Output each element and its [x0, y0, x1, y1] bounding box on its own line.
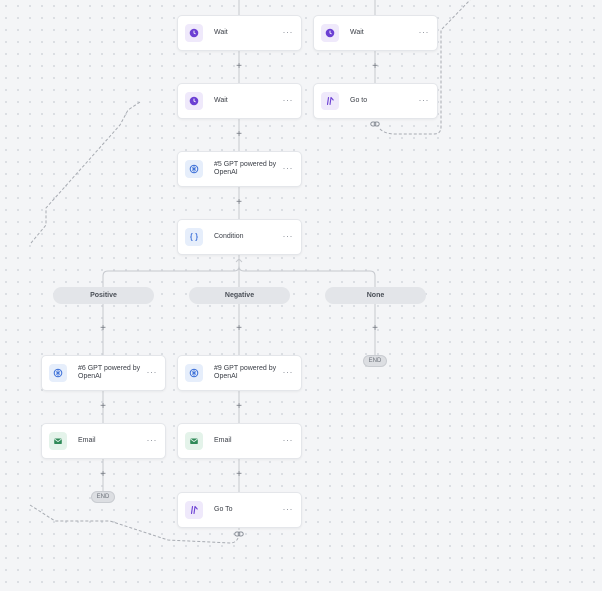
clock-icon [185, 92, 203, 110]
node-label: Condition [214, 233, 244, 240]
add-step-button[interactable]: + [370, 62, 380, 72]
branch-none[interactable]: None [325, 287, 426, 304]
link-chain-icon[interactable] [370, 119, 380, 129]
end-marker: END [363, 355, 387, 367]
more-dots-icon[interactable]: ··· [147, 435, 158, 444]
goto-node[interactable]: Go To ··· [177, 492, 302, 528]
add-step-button[interactable]: + [234, 198, 244, 208]
more-dots-icon[interactable]: ··· [419, 27, 430, 36]
more-dots-icon[interactable]: ··· [147, 367, 158, 376]
node-label: Go to [350, 97, 368, 104]
more-dots-icon[interactable]: ··· [419, 95, 430, 104]
add-step-button[interactable]: + [234, 62, 244, 72]
openai-icon [185, 364, 203, 382]
clock-icon [185, 24, 203, 42]
clock-icon [321, 24, 339, 42]
node-label: Wait [350, 29, 364, 36]
envelope-icon [185, 432, 203, 450]
add-step-button[interactable]: + [98, 402, 108, 412]
more-dots-icon[interactable]: ··· [283, 95, 294, 104]
branch-negative[interactable]: Negative [189, 287, 290, 304]
link-chain-icon[interactable] [234, 529, 244, 539]
node-label: Email [78, 437, 96, 444]
goto-arrows-icon [185, 501, 203, 519]
email-node[interactable]: Email ··· [177, 423, 302, 459]
more-dots-icon[interactable]: ··· [283, 504, 294, 513]
more-dots-icon[interactable]: ··· [283, 367, 294, 376]
add-step-button[interactable]: + [98, 470, 108, 480]
node-label: Go To [214, 506, 233, 513]
gpt-node[interactable]: #6 GPT powered by OpenAI ··· [41, 355, 166, 391]
gpt-node[interactable]: #9 GPT powered by OpenAI ··· [177, 355, 302, 391]
node-label: Wait [214, 29, 228, 36]
node-label: #5 GPT powered by OpenAI [214, 161, 277, 176]
more-dots-icon[interactable]: ··· [283, 163, 294, 172]
condition-node[interactable]: Condition ··· [177, 219, 302, 255]
wait-node[interactable]: Wait ··· [313, 15, 438, 51]
add-step-button[interactable]: + [234, 402, 244, 412]
more-dots-icon[interactable]: ··· [283, 231, 294, 240]
goto-arrows-icon [321, 92, 339, 110]
more-dots-icon[interactable]: ··· [283, 27, 294, 36]
node-label: Wait [214, 97, 228, 104]
more-dots-icon[interactable]: ··· [283, 435, 294, 444]
email-node[interactable]: Email ··· [41, 423, 166, 459]
node-label: Email [214, 437, 232, 444]
goto-node[interactable]: Go to ··· [313, 83, 438, 119]
openai-icon [185, 160, 203, 178]
envelope-icon [49, 432, 67, 450]
wait-node[interactable]: Wait ··· [177, 83, 302, 119]
branch-positive[interactable]: Positive [53, 287, 154, 304]
braces-icon [185, 228, 203, 246]
add-step-button[interactable]: + [370, 324, 380, 334]
wait-node[interactable]: Wait ··· [177, 15, 302, 51]
add-step-button[interactable]: + [234, 470, 244, 480]
node-label: #9 GPT powered by OpenAI [214, 365, 277, 380]
end-marker: END [91, 491, 115, 503]
node-label: #6 GPT powered by OpenAI [78, 365, 141, 380]
add-step-button[interactable]: + [98, 324, 108, 334]
gpt-node[interactable]: #5 GPT powered by OpenAI ··· [177, 151, 302, 187]
add-step-button[interactable]: + [234, 130, 244, 140]
openai-icon [49, 364, 67, 382]
add-step-button[interactable]: + [234, 324, 244, 334]
